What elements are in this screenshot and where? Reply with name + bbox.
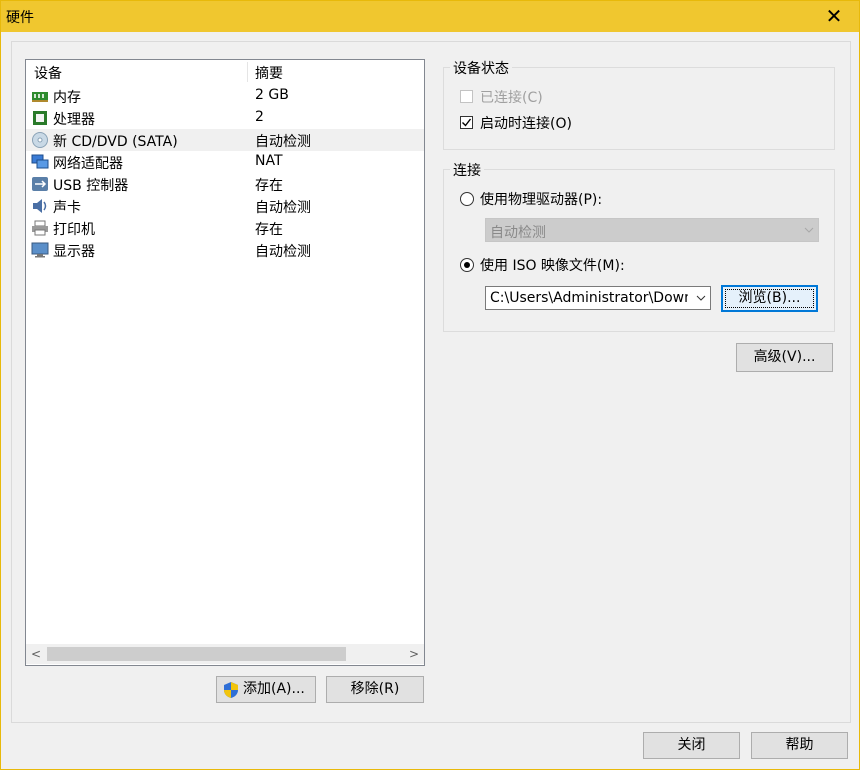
device-status-title: 设备状态 — [450, 58, 512, 78]
connected-label[interactable]: 已连接(C) — [480, 87, 543, 107]
add-button[interactable]: 添加(A)... — [216, 676, 316, 703]
device-row-cd-dvd[interactable]: 新 CD/DVD (SATA) 自动检测 — [26, 129, 424, 151]
device-summary: NAT — [255, 153, 283, 169]
scroll-right-icon[interactable]: > — [405, 645, 423, 663]
device-name: 处理器 — [53, 112, 95, 128]
memory-icon — [32, 92, 48, 102]
physical-drive-label[interactable]: 使用物理驱动器(P): — [480, 189, 602, 209]
physical-drive-select[interactable]: 自动检测 — [485, 218, 819, 242]
device-name: 网络适配器 — [53, 156, 123, 172]
printer-icon — [32, 220, 48, 236]
iso-path-combo[interactable]: C:\Users\Administrator\Downlo — [485, 286, 711, 310]
usb-icon — [32, 177, 48, 191]
processor-icon — [33, 111, 47, 125]
device-summary: 自动检测 — [255, 200, 311, 216]
column-header-summary[interactable]: 摘要 — [255, 63, 283, 83]
remove-button-label: 移除(R) — [350, 681, 400, 697]
physical-drive-select-value: 自动检测 — [490, 225, 546, 241]
scroll-left-icon[interactable]: < — [27, 645, 45, 663]
device-summary: 2 — [255, 109, 264, 125]
device-status-group: 设备状态 已连接(C) 启动时连接(O) — [443, 58, 835, 150]
device-row-processor[interactable]: 处理器 2 — [26, 107, 424, 129]
advanced-button-label: 高级(V)... — [753, 349, 816, 365]
chevron-down-icon — [804, 227, 814, 233]
device-name: 打印机 — [53, 222, 95, 238]
device-name: USB 控制器 — [53, 178, 129, 194]
browse-button-label: 浏览(B)... — [738, 290, 801, 306]
window-title: 硬件 — [6, 10, 34, 26]
checkmark-icon — [462, 118, 472, 127]
device-row-memory[interactable]: 内存 2 GB — [26, 85, 424, 107]
device-summary: 自动检测 — [255, 134, 311, 150]
connection-group: 连接 使用物理驱动器(P): 自动检测 使用 ISO 映像文件(M): C:\U… — [443, 160, 835, 332]
device-name: 内存 — [53, 90, 81, 106]
device-name: 显示器 — [53, 244, 95, 260]
device-row-network-adapter[interactable]: 网络适配器 NAT — [26, 151, 424, 173]
device-summary: 存在 — [255, 178, 283, 194]
close-button[interactable]: 关闭 — [643, 732, 740, 759]
device-list[interactable]: 设备 摘要 内存 2 GB 处理器 2 新 CD/DVD (SATA) 自动检测 — [25, 59, 425, 666]
device-row-usb-controller[interactable]: USB 控制器 存在 — [26, 173, 424, 195]
device-row-printer[interactable]: 打印机 存在 — [26, 217, 424, 239]
remove-button[interactable]: 移除(R) — [326, 676, 424, 703]
column-divider[interactable] — [247, 62, 248, 82]
cd-dvd-icon — [32, 132, 48, 148]
column-header-device[interactable]: 设备 — [34, 63, 62, 83]
connect-at-power-on-label[interactable]: 启动时连接(O) — [480, 113, 572, 133]
shield-icon — [224, 682, 238, 698]
browse-button[interactable]: 浏览(B)... — [721, 285, 818, 312]
physical-drive-radio[interactable] — [460, 192, 474, 206]
scrollbar-thumb[interactable] — [47, 647, 346, 661]
close-window-button[interactable]: ✕ — [811, 1, 857, 32]
device-list-header: 设备 摘要 — [26, 60, 424, 84]
help-button-label: 帮助 — [785, 737, 814, 753]
title-bar: 硬件 ✕ — [1, 1, 859, 32]
add-button-label: 添加(A)... — [243, 681, 305, 697]
device-row-sound-card[interactable]: 声卡 自动检测 — [26, 195, 424, 217]
connect-at-power-on-checkbox[interactable] — [460, 116, 473, 129]
iso-path-value[interactable]: C:\Users\Administrator\Downlo — [490, 290, 688, 306]
device-row-display[interactable]: 显示器 自动检测 — [26, 239, 424, 261]
iso-image-radio[interactable] — [460, 258, 474, 272]
advanced-button[interactable]: 高级(V)... — [736, 343, 833, 372]
sound-card-icon — [33, 199, 47, 213]
display-icon — [31, 242, 49, 258]
chevron-down-icon[interactable] — [696, 294, 706, 302]
horizontal-scrollbar[interactable]: < > — [26, 644, 424, 664]
iso-image-label[interactable]: 使用 ISO 映像文件(M): — [480, 255, 625, 275]
device-name: 新 CD/DVD (SATA) — [53, 134, 178, 150]
connection-title: 连接 — [450, 160, 484, 180]
device-summary: 存在 — [255, 222, 283, 238]
device-summary: 2 GB — [255, 87, 289, 103]
network-adapter-icon — [31, 154, 49, 169]
connected-checkbox[interactable] — [460, 90, 473, 103]
close-button-label: 关闭 — [677, 737, 706, 753]
help-button[interactable]: 帮助 — [751, 732, 848, 759]
device-summary: 自动检测 — [255, 244, 311, 260]
device-name: 声卡 — [53, 200, 81, 216]
